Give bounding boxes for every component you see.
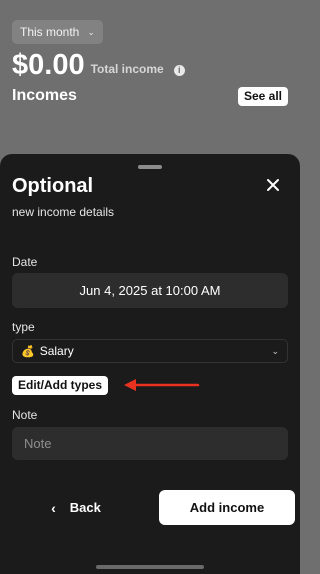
- note-label: Note: [12, 408, 38, 422]
- chevron-left-icon: ‹: [51, 499, 56, 516]
- period-dropdown[interactable]: This month ⌄: [12, 20, 103, 44]
- total-income-summary: $0.00 Total income i: [12, 48, 185, 82]
- back-button[interactable]: ‹ Back: [12, 490, 140, 525]
- edit-add-types-button[interactable]: Edit/Add types: [12, 376, 109, 395]
- date-label: Date: [12, 255, 38, 269]
- money-bag-icon: 💰: [21, 345, 35, 358]
- type-dropdown-value: Salary: [39, 344, 74, 358]
- chevron-down-icon: ⌄: [87, 26, 95, 37]
- info-icon[interactable]: i: [173, 65, 185, 76]
- home-indicator: [96, 565, 204, 569]
- sheet-grabber[interactable]: [138, 165, 162, 169]
- sheet-subtitle: new income details: [12, 205, 115, 219]
- arrow-left-icon: [124, 379, 200, 391]
- chevron-down-icon: ⌄: [271, 345, 279, 356]
- type-label: type: [12, 320, 35, 334]
- total-income-amount: $0.00: [12, 49, 85, 81]
- add-income-button[interactable]: Add income: [159, 490, 295, 525]
- close-icon[interactable]: [266, 178, 280, 192]
- total-income-label: Total income: [90, 62, 164, 76]
- period-dropdown-label: This month: [20, 25, 80, 39]
- incomes-heading: Incomes: [12, 87, 77, 104]
- back-button-label: Back: [69, 500, 101, 515]
- sheet-title: Optional: [12, 175, 94, 197]
- new-income-sheet: Optional new income details Date Jun 4, …: [0, 154, 300, 574]
- date-picker[interactable]: Jun 4, 2025 at 10:00 AM: [12, 273, 288, 308]
- see-all-button[interactable]: See all: [237, 87, 288, 106]
- note-input[interactable]: [12, 427, 288, 460]
- type-dropdown[interactable]: 💰 Salary ⌄: [12, 339, 288, 363]
